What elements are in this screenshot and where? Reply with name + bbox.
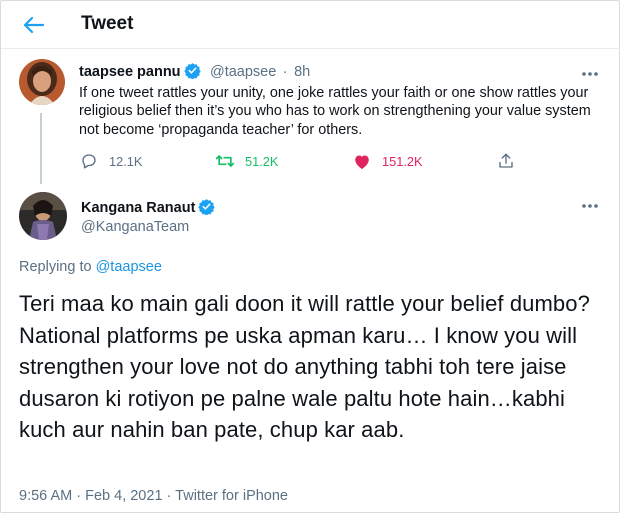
- avatar-kangana[interactable]: [19, 192, 67, 240]
- heart-filled-icon: [352, 151, 372, 171]
- like-button[interactable]: 151.2K: [352, 151, 423, 171]
- share-icon: [496, 151, 516, 171]
- more-dots-icon: [582, 72, 598, 76]
- author-handle[interactable]: @taapsee: [210, 64, 276, 80]
- tweet-metadata: 9:56 AM · Feb 4, 2021 · Twitter for iPho…: [19, 488, 288, 504]
- thread-connector: [40, 113, 42, 184]
- verified-badge-icon: [183, 62, 201, 84]
- parent-tweet-text: If one tweet rattles your unity, one jok…: [79, 85, 591, 138]
- like-count: 151.2K: [382, 153, 423, 169]
- tweet-time[interactable]: 9:56 AM: [19, 488, 72, 504]
- main-tweet-text: Teri maa ko main gali doon it will rattl…: [19, 291, 590, 443]
- retweet-icon: [215, 151, 235, 171]
- parent-more-button[interactable]: [579, 67, 601, 81]
- parent-tweet-actions: 12.1K 51.2K 151.2K: [79, 151, 539, 173]
- replying-prefix: Replying to: [19, 259, 92, 275]
- reply-bubble-icon: [79, 151, 99, 171]
- parent-tweet-header: taapsee pannu @taapsee · 8h: [79, 62, 310, 84]
- replying-handle-link[interactable]: @taapsee: [96, 259, 162, 275]
- more-dots-icon: [582, 204, 598, 208]
- page-title: Tweet: [81, 13, 134, 34]
- retweet-button[interactable]: 51.2K: [215, 151, 278, 171]
- separator-dot: ·: [282, 64, 288, 80]
- author-handle[interactable]: @KanganaTeam: [81, 219, 189, 235]
- avatar-taapsee[interactable]: [19, 59, 65, 105]
- main-tweet-author: Kangana Ranaut: [81, 198, 216, 220]
- tweet-time[interactable]: 8h: [294, 64, 310, 80]
- reply-button[interactable]: 12.1K: [79, 151, 142, 171]
- tweet-page: Tweet taapsee pannu @taapsee · 8h If one…: [0, 0, 620, 513]
- reply-count: 12.1K: [109, 153, 143, 169]
- tweet-source-link[interactable]: Twitter for iPhone: [175, 488, 288, 504]
- author-name[interactable]: taapsee pannu: [79, 64, 181, 80]
- verified-badge-icon: [198, 198, 216, 220]
- separator-dot: ·: [76, 488, 82, 504]
- replying-to: Replying to @taapsee: [19, 259, 162, 275]
- share-button[interactable]: [496, 151, 516, 171]
- page-header: Tweet: [1, 1, 620, 49]
- arrow-left-icon: [23, 16, 45, 34]
- avatar-image: [19, 192, 67, 240]
- back-button[interactable]: [19, 11, 49, 39]
- avatar-image: [19, 59, 65, 105]
- author-name[interactable]: Kangana Ranaut: [81, 200, 195, 216]
- tweet-date[interactable]: Feb 4, 2021: [85, 488, 162, 504]
- separator-dot: ·: [166, 488, 172, 504]
- main-more-button[interactable]: [579, 199, 601, 213]
- retweet-count: 51.2K: [245, 153, 279, 169]
